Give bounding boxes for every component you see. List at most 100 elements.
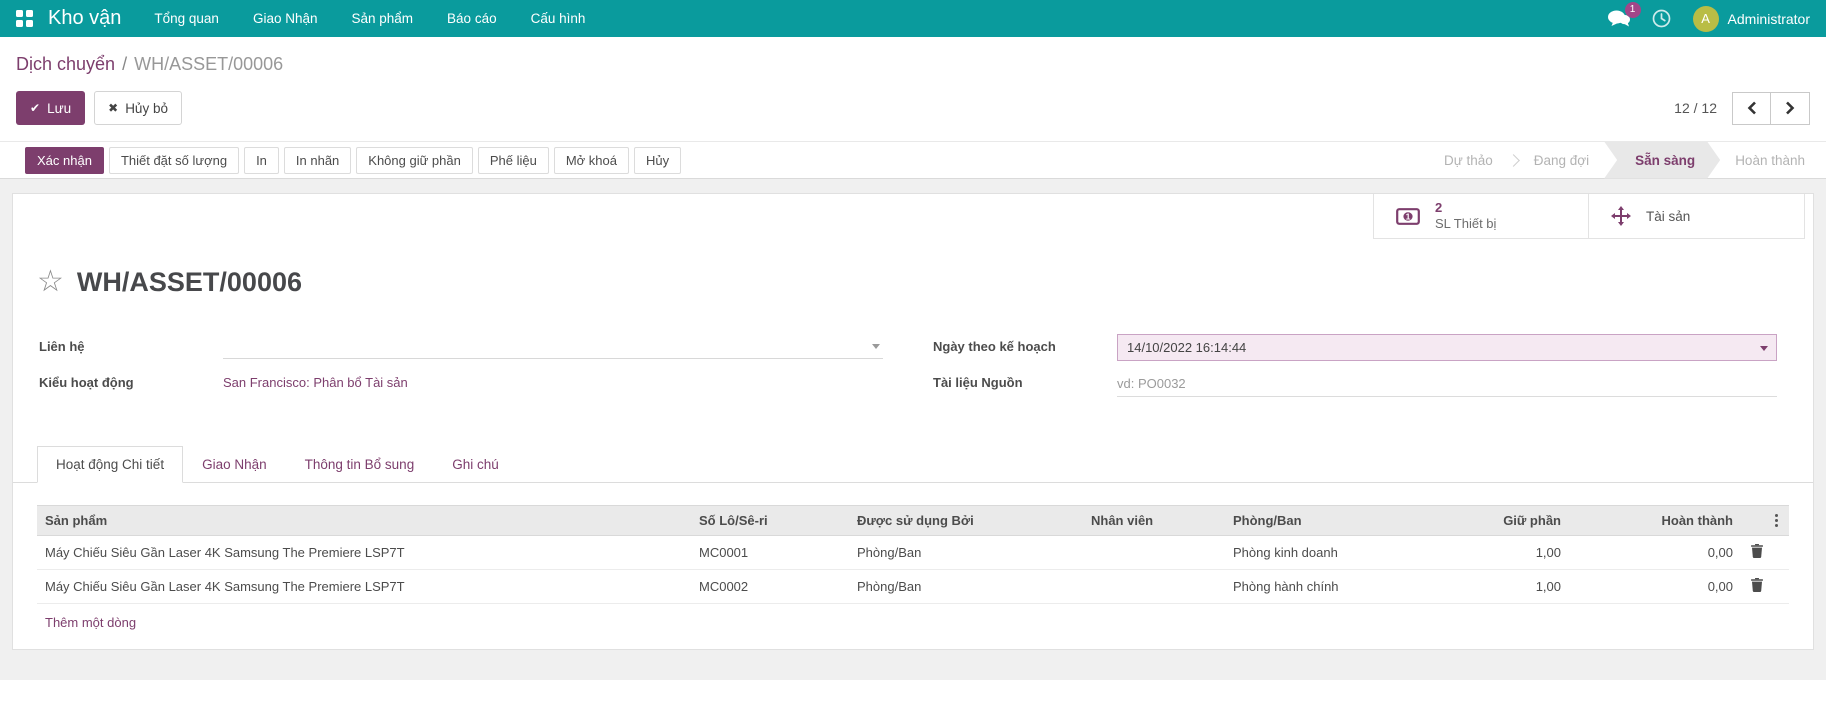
tab-deliveries[interactable]: Giao Nhận [183, 446, 286, 483]
navbar-systray: 1 A Administrator [1608, 6, 1810, 32]
add-line-link[interactable]: Thêm một dòng [37, 604, 144, 630]
save-button[interactable]: ✔ Lưu [16, 91, 85, 125]
pipeline-step-ready[interactable]: Sẵn sàng [1604, 142, 1720, 179]
menu-item-san-pham[interactable]: Sản phẩm [335, 0, 431, 37]
form-sheet: 1 2 SL Thiết bị Tài sản ☆ WH/ASSET/00 [12, 193, 1814, 650]
favorite-star-icon[interactable]: ☆ [37, 269, 64, 295]
pipeline-step-done[interactable]: Hoàn thành [1720, 142, 1820, 178]
cell-done[interactable]: 0,00 [1569, 570, 1741, 604]
delete-row-button[interactable] [1749, 544, 1765, 558]
cell-product[interactable]: Máy Chiếu Siêu Gần Laser 4K Samsung The … [37, 536, 691, 570]
cell-done[interactable]: 0,00 [1569, 536, 1741, 570]
confirm-button[interactable]: Xác nhận [25, 147, 104, 174]
discard-button[interactable]: ✖ Hủy bỏ [94, 91, 182, 125]
cell-product[interactable]: Máy Chiếu Siêu Gần Laser 4K Samsung The … [37, 570, 691, 604]
breadcrumb-parent[interactable]: Dịch chuyển [16, 54, 115, 74]
app-name[interactable]: Kho vận [48, 7, 121, 30]
scrap-button[interactable]: Phế liệu [478, 147, 549, 174]
trash-icon [1751, 578, 1763, 592]
table-row[interactable]: Máy Chiếu Siêu Gần Laser 4K Samsung The … [37, 536, 1789, 570]
statusbar: Xác nhận Thiết đặt số lượng In In nhãn K… [0, 141, 1826, 179]
messages-icon[interactable]: 1 [1608, 10, 1630, 27]
cell-employee[interactable] [1083, 570, 1225, 604]
pipeline-step-waiting[interactable]: Đang đợi [1519, 142, 1604, 178]
optional-columns-icon[interactable] [1772, 513, 1781, 528]
device-count-value: 2 [1435, 200, 1442, 216]
device-count-smart-button[interactable]: 1 2 SL Thiết bị [1373, 194, 1589, 239]
field-source-document: Tài liệu Nguồn [933, 370, 1777, 400]
field-operation-type: Kiểu hoạt động San Francisco: Phân bổ Tà… [39, 370, 883, 400]
smart-buttons: 1 2 SL Thiết bị Tài sản [1373, 194, 1805, 239]
cell-employee[interactable] [1083, 536, 1225, 570]
operation-type-value[interactable]: San Francisco: Phân bổ Tài sản [223, 370, 408, 390]
source-document-input[interactable] [1117, 370, 1777, 397]
activities-clock-icon[interactable] [1652, 9, 1671, 28]
breadcrumb: Dịch chuyển/WH/ASSET/00006 [16, 51, 1810, 77]
table-row[interactable]: Máy Chiếu Siêu Gần Laser 4K Samsung The … [37, 570, 1789, 604]
cell-lot[interactable]: MC0001 [691, 536, 849, 570]
move-arrows-icon [1611, 206, 1631, 226]
unlock-button[interactable]: Mở khoá [554, 147, 629, 174]
pager: 12 / 12 [1674, 92, 1810, 125]
pager-previous-button[interactable] [1732, 92, 1771, 125]
cell-lot[interactable]: MC0002 [691, 570, 849, 604]
unreserve-button[interactable]: Không giữ phần [356, 147, 473, 174]
tab-additional-info[interactable]: Thông tin Bổ sung [286, 446, 434, 483]
menu-item-bao-cao[interactable]: Báo cáo [430, 0, 514, 37]
cancel-button[interactable]: Hủy [634, 147, 681, 174]
set-quantities-button[interactable]: Thiết đặt số lượng [109, 147, 239, 174]
scheduled-date-input[interactable] [1117, 334, 1777, 361]
menu-item-cau-hinh[interactable]: Cấu hình [514, 0, 603, 37]
chevron-right-icon [1785, 101, 1795, 115]
avatar: A [1693, 6, 1719, 32]
col-header-employee[interactable]: Nhân viên [1083, 506, 1225, 536]
pager-next-button[interactable] [1771, 92, 1810, 125]
scheduled-date-label: Ngày theo kế hoạch [933, 334, 1117, 364]
print-button[interactable]: In [244, 147, 279, 174]
main-menu: Tổng quan Giao Nhận Sản phẩm Báo cáo Cấu… [137, 0, 602, 37]
pager-count: 12 / 12 [1674, 100, 1717, 116]
assets-label: Tài sản [1646, 209, 1690, 224]
print-labels-button[interactable]: In nhãn [284, 147, 351, 174]
col-header-lot[interactable]: Số Lô/Sê-ri [691, 506, 849, 536]
cell-department[interactable]: Phòng hành chính [1225, 570, 1421, 604]
partner-input[interactable] [223, 334, 883, 359]
user-name: Administrator [1728, 11, 1810, 27]
form-fields: Liên hệ Kiểu hoạt động San Francisco: Ph… [13, 298, 1813, 406]
tab-detailed-operations[interactable]: Hoạt động Chi tiết [37, 446, 183, 483]
cell-reserved[interactable]: 1,00 [1421, 570, 1569, 604]
col-header-reserved[interactable]: Giữ phần [1421, 506, 1569, 536]
cell-reserved[interactable]: 1,00 [1421, 536, 1569, 570]
save-button-label: Lưu [47, 101, 71, 116]
form-view-container: 1 2 SL Thiết bị Tài sản ☆ WH/ASSET/00 [0, 179, 1826, 704]
breadcrumb-separator: / [122, 54, 127, 74]
banknote-icon: 1 [1396, 208, 1420, 225]
delete-row-button[interactable] [1749, 578, 1765, 592]
pipeline-step-draft[interactable]: Dự thảo [1429, 142, 1508, 178]
user-menu[interactable]: A Administrator [1693, 6, 1810, 32]
col-header-done[interactable]: Hoàn thành [1569, 506, 1741, 536]
chatter-area [0, 680, 1826, 704]
cell-department[interactable]: Phòng kinh doanh [1225, 536, 1421, 570]
operation-type-label: Kiểu hoạt động [39, 370, 223, 400]
col-header-department[interactable]: Phòng/Ban [1225, 506, 1421, 536]
tab-notes[interactable]: Ghi chú [433, 446, 518, 483]
pipeline-separator-icon [1507, 154, 1520, 167]
assets-smart-button[interactable]: Tài sản [1589, 194, 1805, 239]
col-header-used-by[interactable]: Được sử dụng Bởi [849, 506, 1083, 536]
cell-used-by[interactable]: Phòng/Ban [849, 536, 1083, 570]
col-header-product[interactable]: Sản phẩm [37, 506, 691, 536]
discard-button-label: Hủy bỏ [125, 101, 168, 116]
cell-used-by[interactable]: Phòng/Ban [849, 570, 1083, 604]
close-icon: ✖ [108, 102, 118, 114]
notebook-tabs: Hoạt động Chi tiết Giao Nhận Thông tin B… [13, 446, 1813, 483]
menu-item-tong-quan[interactable]: Tổng quan [137, 0, 236, 37]
menu-item-giao-nhan[interactable]: Giao Nhận [236, 0, 335, 37]
apps-grid-icon[interactable] [16, 10, 34, 28]
operations-table: Sản phẩm Số Lô/Sê-ri Được sử dụng Bởi Nh… [37, 505, 1789, 604]
field-scheduled-date: Ngày theo kế hoạch [933, 334, 1777, 364]
form-column-left: Liên hệ Kiểu hoạt động San Francisco: Ph… [39, 334, 883, 406]
field-partner: Liên hệ [39, 334, 883, 364]
chevron-left-icon [1747, 101, 1757, 115]
svg-text:1: 1 [1406, 211, 1411, 221]
